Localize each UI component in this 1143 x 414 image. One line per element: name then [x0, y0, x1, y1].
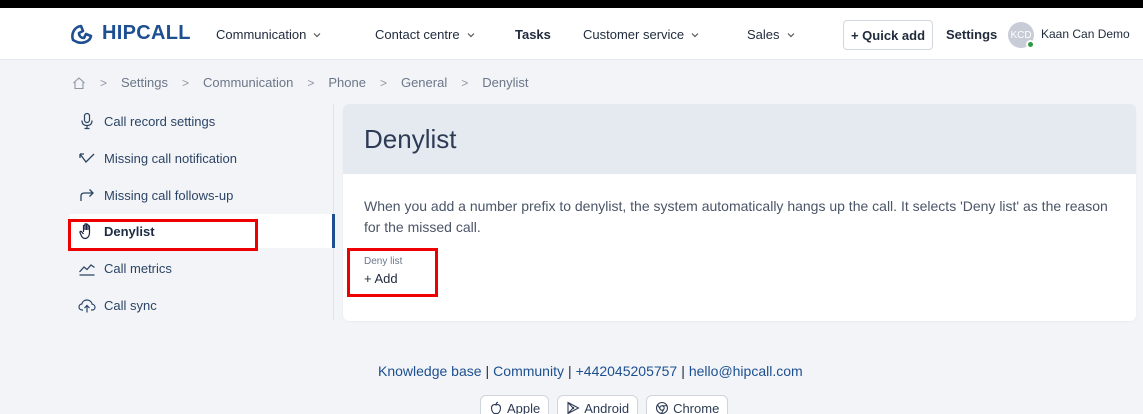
home-icon[interactable]: [72, 76, 86, 90]
sidebar-item-label: Call metrics: [104, 260, 172, 276]
footer-link-knowledge-base[interactable]: Knowledge base: [378, 363, 482, 379]
sidebar-item-label: Call sync: [104, 297, 157, 313]
user-name[interactable]: Kaan Can Demo: [1041, 27, 1130, 41]
page-title: Denylist: [364, 124, 457, 154]
breadcrumb-denylist: Denylist: [482, 75, 529, 90]
footer-separator: |: [681, 363, 685, 379]
active-item-indicator: [332, 214, 335, 248]
sidebar-item-call-metrics[interactable]: Call metrics: [78, 257, 172, 279]
breadcrumb-separator: >: [461, 75, 469, 90]
chevron-down-icon: [787, 32, 794, 37]
breadcrumb-separator: >: [182, 75, 190, 90]
chrome-store-label: Chrome: [673, 400, 720, 414]
chrome-icon: [656, 401, 669, 414]
nav-sales-label: Sales: [747, 27, 780, 42]
breadcrumb-separator: >: [307, 75, 315, 90]
quick-add-button[interactable]: + Quick add: [843, 20, 933, 50]
apple-store-label: Apple: [507, 400, 541, 414]
footer-link-phone[interactable]: +442045205757: [576, 363, 678, 379]
chart-line-icon: [79, 264, 95, 276]
missed-call-icon: [79, 153, 95, 163]
top-navbar: HIPCALL Communication Contact centre Tas…: [0, 8, 1143, 60]
app-store-buttons: Apple Android Chrome: [480, 395, 729, 414]
footer-link-email[interactable]: hello@hipcall.com: [689, 363, 803, 379]
nav-contact-centre[interactable]: Contact centre: [375, 27, 476, 42]
denylist-description: When you add a number prefix to denylist…: [364, 198, 1108, 235]
chevron-down-icon: [313, 32, 321, 37]
nav-communication-label: Communication: [216, 27, 307, 42]
phone-logo-icon: [71, 24, 93, 44]
chevron-down-icon: [467, 32, 474, 37]
settings-link[interactable]: Settings: [946, 27, 997, 42]
breadcrumb-separator: >: [100, 75, 108, 90]
avatar-initials: KCD: [1010, 29, 1032, 41]
footer-separator: |: [485, 363, 490, 379]
android-store-button[interactable]: Android: [557, 395, 639, 414]
breadcrumb-communication[interactable]: Communication: [203, 75, 293, 90]
nav-sales[interactable]: Sales: [747, 27, 796, 42]
nav-communication[interactable]: Communication: [216, 27, 322, 42]
footer-links: Knowledge base | Community | +442045205757 | h…: [378, 363, 803, 379]
top-strip: [0, 0, 1143, 8]
nav-contact-centre-label: Contact centre: [375, 27, 460, 42]
nav-customer-service[interactable]: Customer service: [583, 27, 700, 42]
sidebar-item-label: Missing call notification: [104, 150, 237, 166]
denylist-card: Denylist When you add a number prefix to…: [343, 104, 1136, 321]
apple-store-button[interactable]: Apple: [480, 395, 550, 414]
footer-separator: |: [567, 363, 572, 379]
brand-name: HIPCALL: [102, 22, 191, 44]
card-header: Denylist: [343, 104, 1136, 174]
sidebar-item-label: Call record settings: [104, 113, 216, 129]
microphone-icon: [81, 112, 93, 130]
breadcrumb: > Settings > Communication > Phone > Gen…: [72, 75, 528, 90]
breadcrumb-phone[interactable]: Phone: [328, 75, 366, 90]
footer-link-community[interactable]: Community: [493, 363, 564, 379]
sidebar-item-call-record-settings[interactable]: Call record settings: [78, 110, 215, 132]
nav-tasks-label: Tasks: [515, 27, 551, 42]
online-status-dot: [1026, 40, 1035, 49]
breadcrumb-general[interactable]: General: [401, 75, 447, 90]
settings-sidebar: Call record settings Missing call notifi…: [70, 104, 335, 320]
android-store-label: Android: [584, 400, 630, 414]
sidebar-item-call-sync[interactable]: Call sync: [78, 294, 157, 316]
apple-icon: [490, 401, 502, 414]
forward-arrow-icon: [80, 189, 94, 201]
chevron-down-icon: [691, 32, 699, 37]
avatar[interactable]: KCD: [1008, 22, 1035, 49]
sidebar-item-label: Missing call follows-up: [104, 187, 234, 203]
breadcrumb-settings[interactable]: Settings: [121, 75, 168, 90]
highlight-box-denylist: [68, 219, 258, 251]
highlight-box-add: [347, 248, 438, 297]
sidebar-item-missing-call-notification[interactable]: Missing call notification: [78, 147, 237, 169]
chrome-store-button[interactable]: Chrome: [646, 395, 729, 414]
hipcall-logo[interactable]: HIPCALL: [70, 22, 191, 45]
breadcrumb-separator: >: [379, 75, 387, 90]
sidebar-item-missing-call-follows-up[interactable]: Missing call follows-up: [78, 184, 233, 206]
cloud-upload-icon: [78, 299, 96, 313]
nav-tasks[interactable]: Tasks: [515, 27, 551, 42]
android-play-icon: [567, 401, 580, 414]
nav-customer-service-label: Customer service: [583, 27, 685, 42]
